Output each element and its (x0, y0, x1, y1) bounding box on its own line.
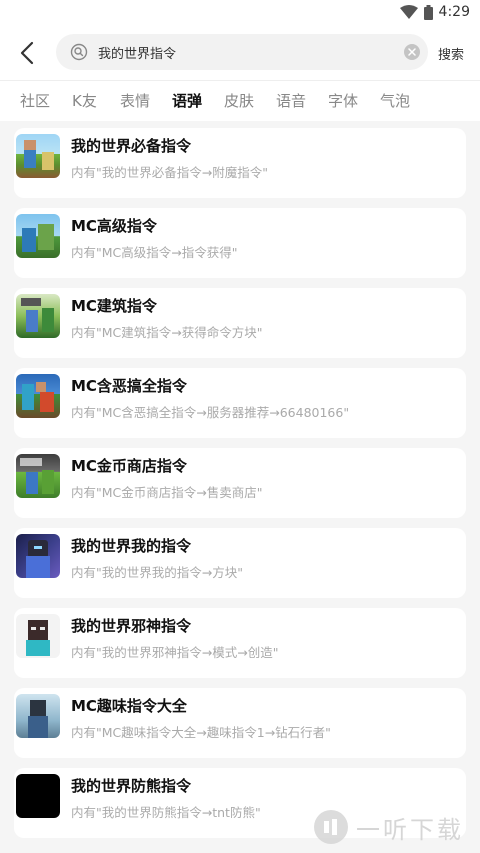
watermark-logo-icon (314, 810, 348, 844)
search-icon (70, 43, 88, 61)
item-title: 我的世界必备指令 (71, 137, 192, 155)
item-cover (16, 294, 60, 338)
tab-quotes[interactable]: 语弹 (172, 91, 203, 112)
search-box[interactable] (56, 34, 428, 70)
back-button[interactable] (14, 40, 40, 66)
item-title: MC建筑指令 (71, 297, 157, 315)
tab-label: 语弹 (172, 92, 203, 110)
item-subtitle: 内有"MC高级指令→指令获得" (71, 245, 238, 260)
item-title: 我的世界防熊指令 (71, 777, 192, 795)
tab-label: K友 (72, 92, 97, 110)
item-subtitle: 内有"我的世界我的指令→方块" (71, 565, 243, 580)
item-cover (16, 534, 60, 578)
tab-voice[interactable]: 语音 (276, 91, 306, 111)
tab-label: 气泡 (380, 92, 411, 110)
tab-label: 表情 (120, 92, 151, 110)
item-subtitle: 内有"MC建筑指令→获得命令方块" (71, 325, 263, 340)
item-subtitle: 内有"MC趣味指令大全→趣味指令1→钻石行者" (71, 725, 331, 740)
item-cover (16, 374, 60, 418)
search-button[interactable]: 搜索 (438, 44, 464, 63)
list-item[interactable]: MC趣味指令大全 内有"MC趣味指令大全→趣味指令1→钻石行者" (14, 688, 466, 758)
item-subtitle: 内有"我的世界防熊指令→tnt防熊" (71, 805, 261, 820)
list-item[interactable]: 我的世界必备指令 内有"我的世界必备指令→附魔指令" (14, 128, 466, 198)
close-icon (408, 48, 416, 56)
item-cover (16, 774, 60, 818)
item-title: MC趣味指令大全 (71, 697, 187, 715)
list-item[interactable]: MC高级指令 内有"MC高级指令→指令获得" (14, 208, 466, 278)
tab-bubbles[interactable]: 气泡 (380, 91, 410, 111)
item-title: MC含恶搞全指令 (71, 377, 187, 395)
item-cover (16, 614, 60, 658)
list-item[interactable]: MC含恶搞全指令 内有"MC含恶搞全指令→服务器推荐→66480166" (14, 368, 466, 438)
item-subtitle: 内有"MC含恶搞全指令→服务器推荐→66480166" (71, 405, 350, 420)
watermark-text: 一听下载 (356, 815, 464, 844)
chevron-left-icon (20, 41, 34, 65)
tab-kfriends[interactable]: K友 (72, 91, 97, 111)
list-item[interactable]: MC建筑指令 内有"MC建筑指令→获得命令方块" (14, 288, 466, 358)
item-subtitle: 内有"MC金币商店指令→售卖商店" (71, 485, 263, 500)
tab-label: 语音 (276, 92, 307, 110)
list-item[interactable]: MC金币商店指令 内有"MC金币商店指令→售卖商店" (14, 448, 466, 518)
item-title: 我的世界邪神指令 (71, 617, 192, 635)
item-title: 我的世界我的指令 (71, 537, 192, 555)
search-header: 搜索 (0, 24, 480, 80)
watermark: 一听下载 (314, 807, 474, 847)
close-circle-icon[interactable] (404, 44, 420, 60)
search-input[interactable] (98, 34, 398, 70)
tab-label: 皮肤 (224, 92, 255, 110)
category-tabs: 社区 K友 表情 语弹 皮肤 语音 字体 气泡 (0, 80, 480, 121)
item-cover (16, 694, 60, 738)
status-time: 4:29 (438, 4, 470, 20)
item-subtitle: 内有"我的世界必备指令→附魔指令" (71, 165, 268, 180)
wifi-icon (399, 5, 418, 19)
tab-emoji[interactable]: 表情 (120, 91, 150, 111)
item-cover (16, 134, 60, 178)
tab-label: 社区 (20, 92, 51, 110)
status-bar: 4:29 (0, 0, 480, 24)
list-item[interactable]: 我的世界我的指令 内有"我的世界我的指令→方块" (14, 528, 466, 598)
status-icons: 4:29 (399, 3, 470, 21)
tab-label: 字体 (328, 92, 359, 110)
list-item[interactable]: 我的世界邪神指令 内有"我的世界邪神指令→模式→创造" (14, 608, 466, 678)
tab-community[interactable]: 社区 (20, 91, 50, 111)
item-title: MC高级指令 (71, 217, 157, 235)
item-title: MC金币商店指令 (71, 457, 187, 475)
tab-skins[interactable]: 皮肤 (224, 91, 254, 111)
item-cover (16, 214, 60, 258)
battery-icon (423, 4, 433, 20)
item-subtitle: 内有"我的世界邪神指令→模式→创造" (71, 645, 279, 660)
tab-fonts[interactable]: 字体 (328, 91, 358, 111)
item-cover (16, 454, 60, 498)
